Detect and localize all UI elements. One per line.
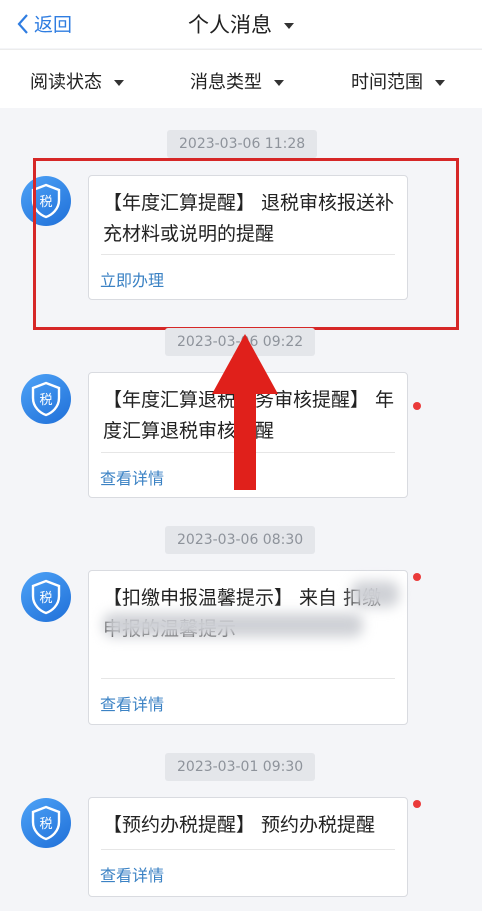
annotation-arrow-icon (212, 334, 278, 490)
shield-icon: 税 (31, 579, 61, 615)
caret-down-icon (114, 80, 124, 86)
message-text: 【预约办税提醒】 预约办税提醒 (103, 814, 376, 836)
tax-avatar: 税 (21, 798, 71, 848)
svg-text:税: 税 (39, 591, 52, 606)
highlight-box (33, 158, 459, 330)
view-details-link[interactable]: 查看详情 (100, 691, 164, 715)
caret-down-icon (274, 80, 284, 86)
message-card[interactable]: 【预约办税提醒】 预约办税提醒 查看详情 (88, 797, 408, 897)
filter-bar: 阅读状态 消息类型 时间范围 (0, 49, 482, 108)
message-card[interactable]: 【扣缴申报温馨提示】 来自 扣缴申报的温馨提示 查看详情 (88, 570, 408, 725)
message-timestamp: 2023-03-01 09:30 (165, 753, 316, 781)
page-title[interactable]: 个人消息 (0, 9, 482, 39)
top-bar: 返回 个人消息 (0, 0, 482, 48)
redaction-blur (351, 581, 399, 607)
view-details-link[interactable]: 查看详情 (100, 465, 164, 489)
unread-dot (413, 800, 421, 808)
caret-down-icon (435, 80, 445, 86)
filter-time-range[interactable]: 时间范围 (351, 68, 445, 94)
filter-message-type[interactable]: 消息类型 (190, 68, 284, 94)
svg-text:税: 税 (39, 393, 52, 408)
caret-down-icon (284, 23, 294, 29)
tax-avatar: 税 (21, 374, 71, 424)
view-details-link[interactable]: 查看详情 (100, 862, 164, 886)
filter-read-status[interactable]: 阅读状态 (30, 68, 124, 94)
unread-dot (413, 573, 421, 581)
tax-avatar: 税 (21, 572, 71, 622)
redaction-blur (103, 613, 363, 637)
unread-dot (413, 402, 421, 410)
card-divider (101, 678, 395, 679)
card-divider (101, 849, 395, 850)
shield-icon: 税 (31, 381, 61, 417)
message-timestamp: 2023-03-06 11:28 (167, 130, 318, 158)
message-timestamp: 2023-03-06 08:30 (165, 526, 316, 554)
shield-icon: 税 (31, 805, 61, 841)
svg-text:税: 税 (39, 817, 52, 832)
